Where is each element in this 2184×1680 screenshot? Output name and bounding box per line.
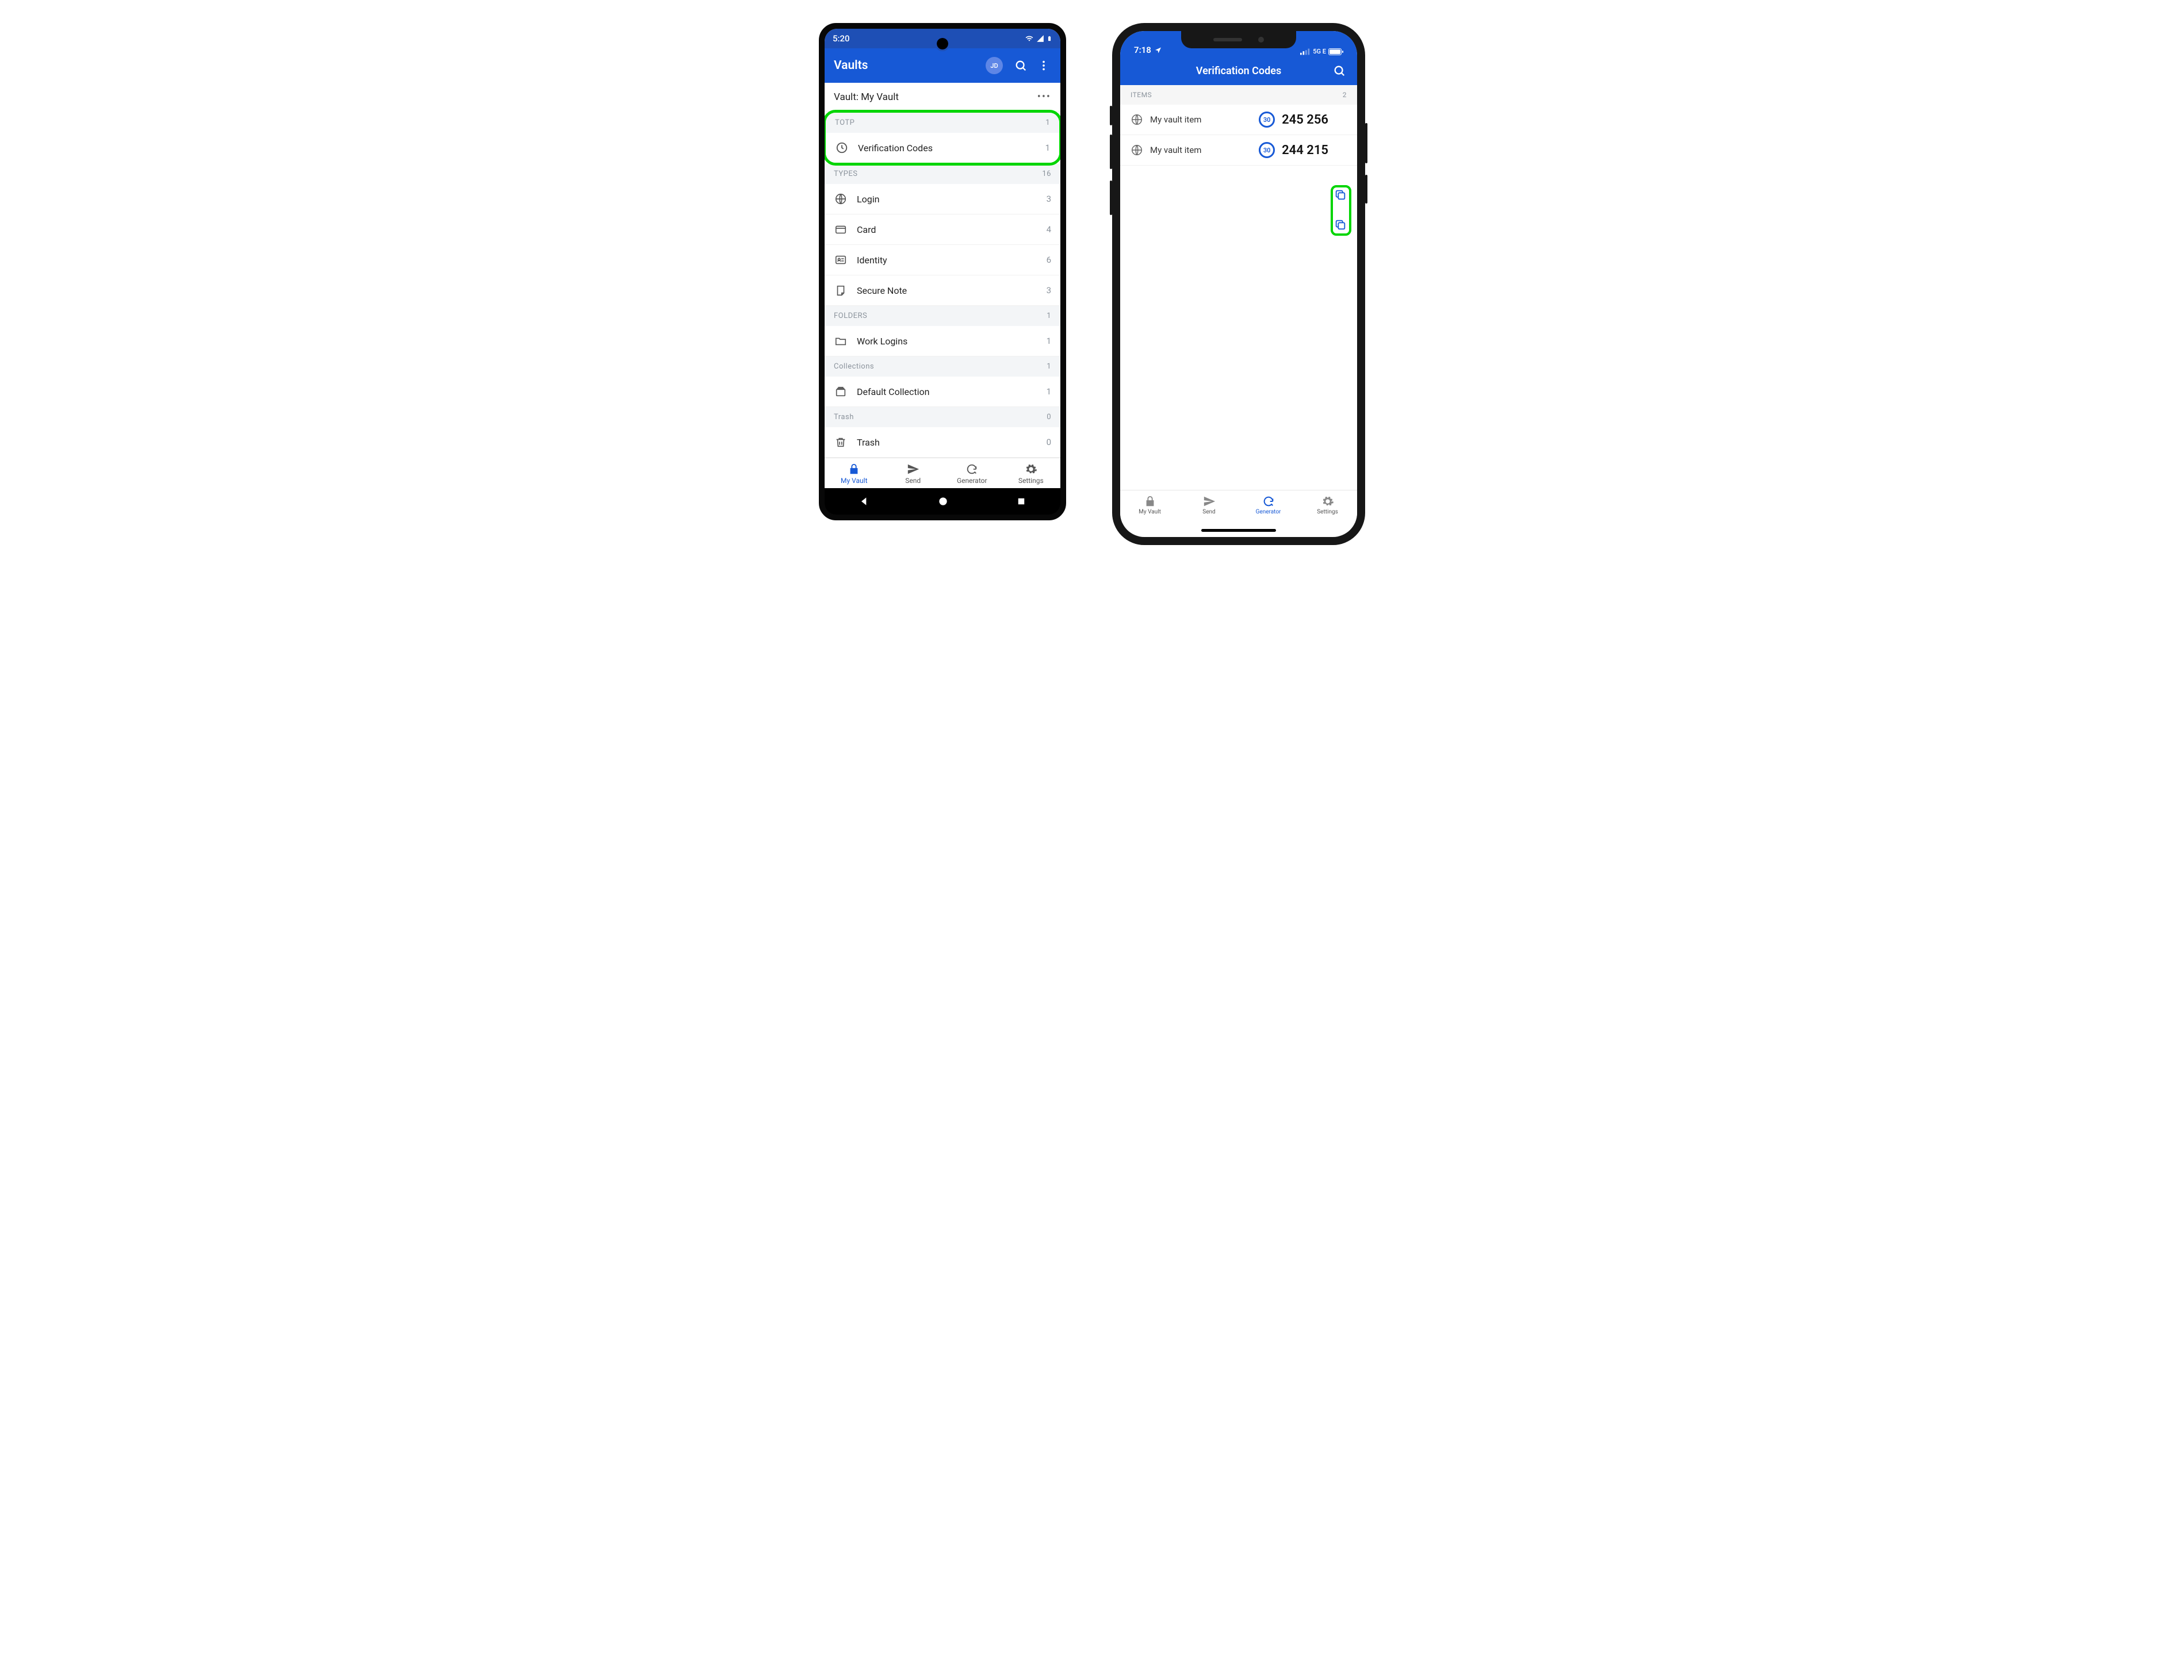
iphone-side-button — [1110, 181, 1112, 215]
nav-recent-icon[interactable] — [1016, 496, 1026, 507]
iphone-frame: 7:18 5G E Verification Codes ITEMS 2 My … — [1112, 23, 1365, 545]
folder-icon — [834, 334, 848, 348]
tab-settings[interactable]: Settings — [1002, 458, 1061, 488]
totp-item-row[interactable]: My vault item 30 245 256 — [1120, 105, 1357, 135]
copy-icon[interactable] — [1334, 218, 1348, 232]
android-nav-bar — [825, 488, 1060, 515]
item-name: My vault item — [1150, 145, 1252, 155]
section-header-totp: TOTP 1 — [826, 113, 1059, 133]
row-card[interactable]: Card 4 — [825, 214, 1060, 245]
android-camera-punch-hole — [937, 38, 948, 49]
status-time: 7:18 — [1134, 45, 1151, 55]
battery-icon — [1328, 48, 1343, 55]
signal-icon — [1036, 34, 1044, 43]
row-identity[interactable]: Identity 6 — [825, 245, 1060, 275]
row-work-logins[interactable]: Work Logins 1 — [825, 326, 1060, 356]
identity-icon — [834, 253, 848, 267]
nav-home-icon[interactable] — [937, 496, 949, 507]
tab-generator[interactable]: Generator — [1239, 490, 1298, 519]
trash-icon — [834, 435, 848, 449]
android-phone-frame: 5:20 Vaults JD Vault: My Vault ••• TOTP … — [819, 23, 1066, 520]
row-trash[interactable]: Trash 0 — [825, 427, 1060, 458]
tab-my-vault[interactable]: My Vault — [1120, 490, 1179, 519]
send-icon — [907, 463, 919, 475]
nav-back-icon[interactable] — [859, 496, 870, 507]
vault-selector[interactable]: Vault: My Vault ••• — [825, 83, 1060, 112]
iphone-side-button — [1110, 135, 1112, 169]
vault-selector-label: Vault: My Vault — [834, 91, 899, 103]
ios-content-area: My vault item 30 245 256 My vault item 3… — [1120, 105, 1357, 490]
highlight-copy-buttons — [1331, 185, 1351, 236]
section-header-folders: FOLDERS 1 — [825, 306, 1060, 326]
network-label: 5G E — [1313, 48, 1326, 55]
iphone-notch — [1181, 31, 1296, 48]
tab-send[interactable]: Send — [1179, 490, 1239, 519]
section-header-types: TYPES 16 — [825, 164, 1060, 184]
globe-icon — [1131, 113, 1143, 126]
tab-send[interactable]: Send — [884, 458, 943, 488]
ios-app-bar: Verification Codes — [1120, 56, 1357, 85]
countdown-ring: 30 — [1259, 112, 1275, 128]
item-name: My vault item — [1150, 114, 1252, 125]
section-header-trash: Trash 0 — [825, 407, 1060, 427]
iphone-side-button — [1365, 175, 1367, 204]
section-header-collections: Collections 1 — [825, 356, 1060, 377]
battery-icon — [1047, 34, 1052, 43]
lock-icon — [1144, 495, 1156, 508]
ios-home-indicator[interactable] — [1120, 523, 1357, 537]
globe-icon — [1131, 144, 1143, 156]
search-icon[interactable] — [1332, 63, 1347, 78]
location-icon — [1155, 47, 1162, 53]
highlight-totp-section: TOTP 1 Verification Codes 1 — [825, 110, 1060, 166]
copy-icon[interactable] — [1334, 189, 1348, 202]
tab-settings[interactable]: Settings — [1298, 490, 1357, 519]
clock-icon — [835, 141, 849, 155]
android-app-bar: Vaults JD — [825, 48, 1060, 83]
ios-tab-bar: My Vault Send Generator Settings — [1120, 490, 1357, 523]
row-default-collection[interactable]: Default Collection 1 — [825, 377, 1060, 407]
collection-icon — [834, 385, 848, 398]
totp-code: 245 256 — [1282, 113, 1328, 127]
iphone-side-button — [1365, 123, 1367, 163]
tab-my-vault[interactable]: My Vault — [825, 458, 884, 488]
signal-icon — [1300, 48, 1311, 55]
search-icon[interactable] — [1013, 58, 1028, 73]
row-secure-note[interactable]: Secure Note 3 — [825, 275, 1060, 306]
appbar-title: Vaults — [834, 59, 986, 72]
appbar-title: Verification Codes — [1196, 65, 1281, 77]
generator-icon — [965, 463, 978, 475]
section-header-items: ITEMS 2 — [1120, 85, 1357, 105]
card-icon — [834, 223, 848, 236]
row-login[interactable]: Login 3 — [825, 184, 1060, 214]
lock-icon — [848, 463, 860, 475]
iphone-side-button — [1110, 106, 1112, 125]
gear-icon — [1025, 463, 1037, 475]
globe-icon — [834, 192, 848, 206]
wifi-icon — [1025, 34, 1034, 43]
countdown-ring: 30 — [1259, 142, 1275, 158]
status-time: 5:20 — [833, 33, 850, 44]
send-icon — [1203, 495, 1216, 508]
generator-icon — [1262, 495, 1275, 508]
totp-code: 244 215 — [1282, 143, 1328, 158]
android-tab-bar: My Vault Send Generator Settings — [825, 458, 1060, 488]
gear-icon — [1321, 495, 1334, 508]
avatar-button[interactable]: JD — [986, 57, 1003, 74]
tab-generator[interactable]: Generator — [942, 458, 1002, 488]
totp-item-row[interactable]: My vault item 30 244 215 — [1120, 135, 1357, 166]
overflow-menu-icon[interactable] — [1036, 58, 1051, 73]
row-verification-codes[interactable]: Verification Codes 1 — [826, 133, 1059, 163]
note-icon — [834, 283, 848, 297]
vault-selector-menu-icon[interactable]: ••• — [1037, 91, 1051, 103]
